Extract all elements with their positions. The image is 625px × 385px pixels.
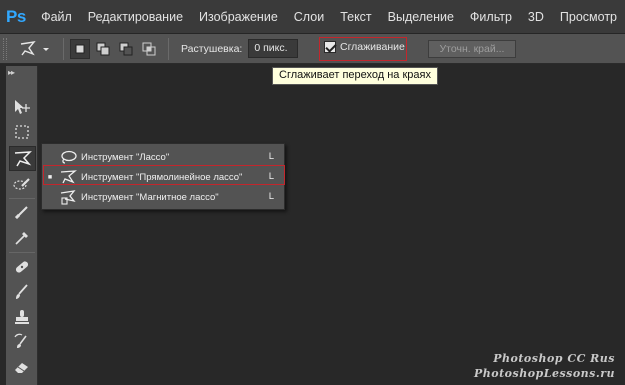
clone-stamp-tool[interactable] — [10, 306, 34, 328]
bandage-icon — [15, 261, 29, 273]
menu-bar: Ps Файл Редактирование Изображение Слои … — [0, 0, 625, 34]
menu-view[interactable]: Просмотр — [552, 10, 625, 24]
toolbar-divider — [9, 198, 35, 199]
divider — [63, 37, 64, 60]
move-icon — [15, 100, 30, 114]
options-bar: Растушевка: 0 пикс. — [0, 34, 625, 64]
new-selection-icon — [75, 44, 85, 53]
feather-label: Растушевка: — [181, 42, 243, 55]
flyout-item-label: Инструмент "Лассо" — [81, 151, 170, 163]
quick-selection-tool[interactable] — [10, 174, 34, 196]
history-brush-tool[interactable] — [10, 331, 34, 353]
polygonal-lasso-icon — [14, 150, 32, 166]
subtract-selection-icon — [119, 42, 133, 55]
eyedropper-tool[interactable] — [10, 227, 34, 249]
menu-image[interactable]: Изображение — [191, 10, 286, 24]
watermark-line2: PhotoshopLessons.ru — [473, 367, 615, 380]
flyout-item-label: Инструмент "Магнитное лассо" — [81, 191, 219, 203]
antialias-label: Сглаживание — [340, 41, 405, 53]
divider — [168, 37, 169, 60]
tool-preset-picker[interactable] — [19, 40, 57, 57]
checkbox-checked-icon[interactable] — [324, 41, 336, 53]
eyedropper-icon — [15, 232, 28, 245]
chevron-down-icon — [43, 47, 49, 51]
brush-icon — [16, 284, 28, 299]
menu-type[interactable]: Текст — [332, 10, 379, 24]
antialias-checkbox[interactable]: Сглаживание — [324, 41, 405, 53]
flyout-item-magnetic-lasso[interactable]: Инструмент "Магнитное лассо" L — [42, 187, 284, 207]
menu-select[interactable]: Выделение — [380, 10, 462, 24]
menu-file[interactable]: Файл — [33, 10, 80, 24]
watermark-line1: Photoshop CC Rus — [493, 352, 615, 365]
new-selection-button[interactable] — [70, 38, 90, 59]
healing-brush-tool[interactable] — [10, 256, 34, 278]
flyout-item-highlight — [43, 165, 285, 185]
feather-input[interactable]: 0 пикс. — [248, 39, 299, 58]
eraser-icon — [15, 363, 28, 373]
crop-icon — [14, 206, 28, 220]
intersect-selection-icon — [142, 42, 156, 55]
refine-edge-button[interactable]: Уточн. край... — [428, 40, 516, 58]
rectangular-marquee-icon — [15, 125, 29, 139]
crop-tool[interactable] — [10, 202, 34, 224]
menu-3d[interactable]: 3D — [520, 10, 552, 24]
quick-selection-icon — [13, 178, 30, 190]
lasso-icon — [58, 147, 78, 167]
toolbar-divider — [9, 252, 35, 253]
polygonal-lasso-icon — [20, 40, 36, 55]
eraser-tool[interactable] — [10, 356, 34, 378]
flyout-item-shortcut: L — [268, 151, 274, 162]
add-selection-icon — [96, 42, 110, 55]
menu-layers[interactable]: Слои — [286, 10, 332, 24]
menu-filter[interactable]: Фильтр — [462, 10, 520, 24]
magnetic-lasso-icon — [58, 187, 78, 207]
brush-tool[interactable] — [10, 281, 34, 303]
lasso-tool[interactable] — [9, 146, 36, 171]
menu-edit[interactable]: Редактирование — [80, 10, 191, 24]
stamp-icon — [15, 310, 29, 324]
antialias-tooltip: Сглаживает переход на краях — [272, 67, 438, 85]
intersect-selection-button[interactable] — [139, 39, 159, 59]
flyout-item-shortcut: L — [268, 191, 274, 202]
panel-collapse-icon[interactable]: ▸▸ — [8, 68, 15, 77]
photoshop-window: Ps Файл Редактирование Изображение Слои … — [0, 0, 625, 385]
subtract-from-selection-button[interactable] — [116, 39, 136, 59]
add-to-selection-button[interactable] — [93, 39, 113, 59]
options-bar-grip[interactable] — [3, 37, 7, 60]
marquee-tool[interactable] — [10, 121, 34, 143]
history-brush-icon — [14, 333, 27, 348]
move-tool[interactable] — [10, 96, 34, 118]
ps-logo: Ps — [6, 6, 26, 26]
flyout-item-lasso[interactable]: Инструмент "Лассо" L — [42, 147, 284, 167]
